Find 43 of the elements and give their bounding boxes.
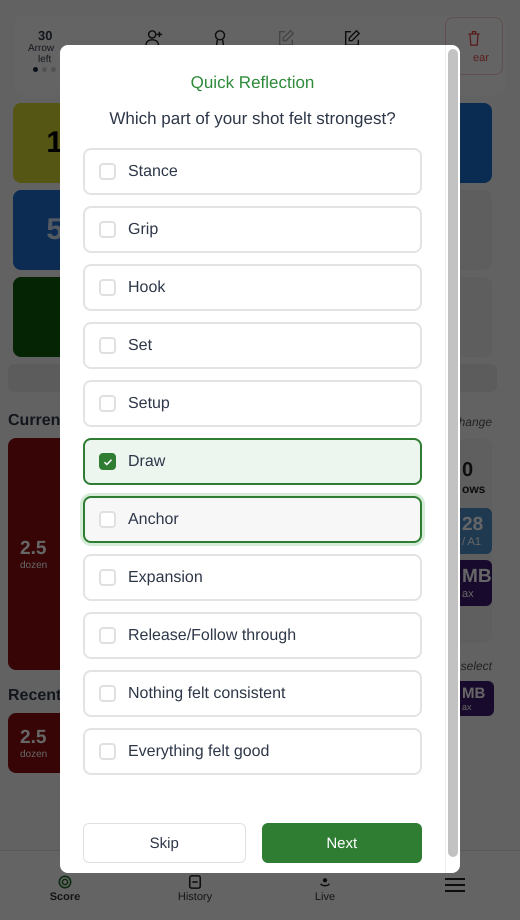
option-item[interactable]: Set [83, 322, 422, 369]
stat-label: ax [462, 588, 475, 600]
arrows-value: 0 [461, 459, 474, 482]
option-item[interactable]: Anchor [83, 496, 422, 543]
option-item[interactable]: Grip [83, 206, 422, 253]
dozen-label: dozen [20, 560, 48, 570]
option-item[interactable]: Stance [83, 148, 422, 195]
stat-label: ax [462, 702, 473, 712]
checkbox[interactable] [99, 453, 116, 470]
stat-label: / A1 [462, 536, 482, 548]
page-dot[interactable] [33, 67, 38, 72]
next-button[interactable]: Next [262, 823, 422, 863]
dozen-value: 2.5 [20, 726, 48, 748]
dozen-label: dozen [20, 748, 48, 760]
arrows-label: left [38, 54, 52, 65]
dozen-value: 2.5 [20, 538, 48, 560]
stat-value: MB [462, 685, 486, 702]
clear-label: ear [473, 52, 489, 64]
option-item[interactable]: Hook [83, 264, 422, 311]
option-item[interactable]: Setup [83, 380, 422, 427]
dialog-title: Quick Reflection [190, 73, 314, 93]
stat-value: MB [462, 566, 492, 588]
edit-icon[interactable] [343, 29, 361, 47]
stat-value: 28 [462, 514, 484, 536]
arrows-label: ows [461, 482, 486, 496]
arrows-count: 30 [38, 28, 52, 43]
arrows-label: Arrow [28, 43, 54, 54]
section-heading: Recent [8, 687, 62, 705]
option-item[interactable]: Draw [83, 438, 422, 485]
option-item[interactable]: Expansion [83, 554, 422, 601]
add-person-icon[interactable] [145, 29, 163, 47]
option-item[interactable]: Nothing felt consistent [83, 670, 422, 717]
target-icon[interactable] [58, 875, 72, 889]
document-icon[interactable] [188, 875, 202, 889]
scrollbar-thumb[interactable] [448, 49, 458, 857]
option-item[interactable]: Everything felt good [83, 728, 422, 775]
question-text: Which part of your shot felt strongest? [109, 109, 396, 129]
skip-button[interactable]: Skip [83, 823, 246, 863]
broadcast-icon[interactable] [318, 875, 332, 889]
menu-icon[interactable] [445, 877, 465, 893]
section-heading: Curren [8, 412, 62, 430]
trash-icon[interactable] [466, 30, 482, 46]
option-item[interactable]: Release/Follow through [83, 612, 422, 659]
